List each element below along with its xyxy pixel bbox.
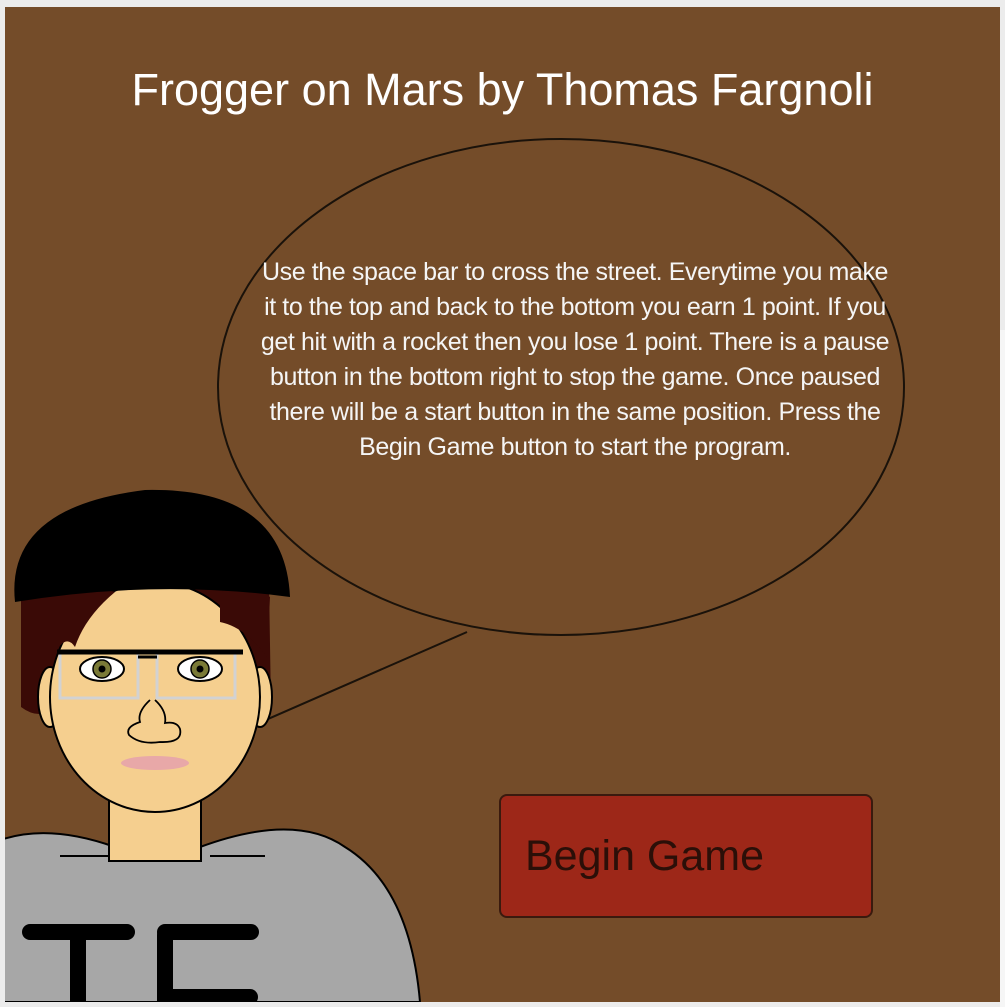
left-eye	[79, 656, 125, 682]
begin-game-button[interactable]: Begin Game	[499, 794, 873, 918]
mouth	[121, 756, 189, 770]
window-edge	[1000, 330, 1005, 1007]
character-shirt	[5, 828, 422, 1002]
game-title: Frogger on Mars by Thomas Fargnoli	[131, 64, 874, 115]
game-window: Frogger on Mars by Thomas Fargnoli Use t…	[0, 0, 1005, 1007]
instructions-text: Use the space bar to cross the street. E…	[260, 258, 890, 461]
character-hat	[14, 489, 290, 602]
right-eye	[177, 656, 223, 682]
game-canvas[interactable]: Frogger on Mars by Thomas Fargnoli Use t…	[5, 7, 1000, 1002]
